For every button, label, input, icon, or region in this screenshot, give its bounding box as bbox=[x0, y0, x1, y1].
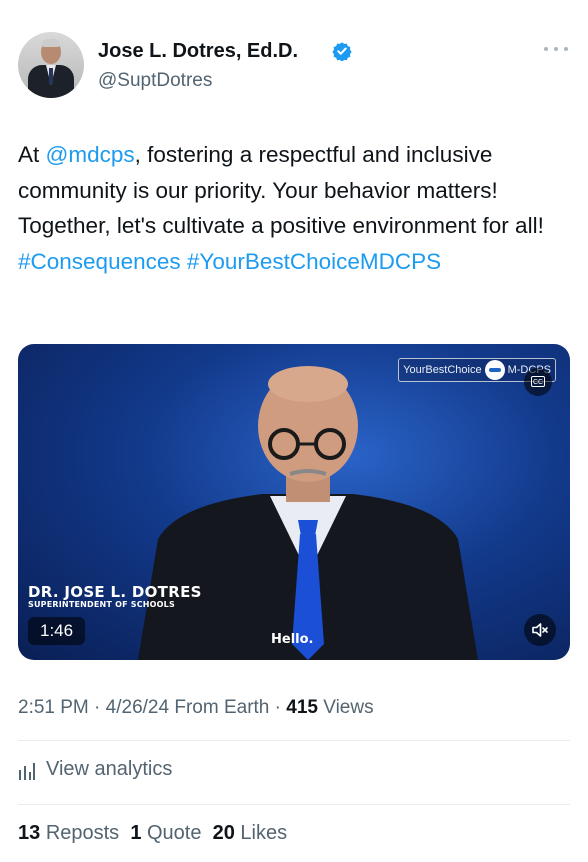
reposts-count: 13 bbox=[18, 822, 41, 844]
brand-logo-icon bbox=[484, 360, 505, 380]
display-name[interactable]: Jose L. Dotres, Ed.D. bbox=[98, 40, 298, 63]
hashtag-link[interactable]: #Consequences bbox=[18, 249, 181, 274]
mute-button[interactable] bbox=[524, 614, 556, 646]
reposts-label: Reposts bbox=[45, 822, 120, 844]
handle[interactable]: @SuptDotres bbox=[98, 70, 212, 92]
quotes-stat[interactable]: 1 Quote bbox=[130, 822, 201, 844]
verified-icon bbox=[332, 42, 352, 61]
brand-badge-text: YourBestChoice bbox=[403, 364, 482, 376]
reposts-stat[interactable]: 13 Reposts bbox=[18, 822, 119, 844]
divider bbox=[18, 740, 570, 741]
video-duration: 1:46 bbox=[28, 617, 86, 645]
views-count: 415 bbox=[286, 697, 318, 718]
tweet-text: At @mdcps, fostering a respectful and in… bbox=[18, 137, 578, 279]
lower-third-title: SUPERINTENDENT OF SCHOOLS bbox=[28, 600, 175, 609]
video-caption: Hello. bbox=[271, 632, 314, 647]
view-analytics-label: View analytics bbox=[46, 758, 173, 780]
likes-label: Likes bbox=[240, 822, 288, 844]
likes-count: 20 bbox=[212, 822, 235, 844]
video-player[interactable]: YourBestChoice M-DCPS CC DR. JOSE L. DOT… bbox=[18, 344, 570, 660]
view-analytics-link[interactable]: View analytics bbox=[18, 758, 172, 781]
avatar[interactable] bbox=[18, 32, 84, 98]
closed-captions-button[interactable]: CC bbox=[524, 368, 552, 396]
avatar-hair bbox=[42, 39, 60, 47]
analytics-icon bbox=[19, 762, 35, 780]
quotes-count: 1 bbox=[130, 822, 142, 844]
tweet-time[interactable]: 2:51 PM bbox=[18, 697, 89, 718]
tweet-source: From Earth bbox=[174, 697, 270, 718]
video-frame-person bbox=[138, 366, 478, 660]
views-label: Views bbox=[323, 697, 374, 718]
divider bbox=[18, 804, 570, 805]
likes-stat[interactable]: 20 Likes bbox=[213, 822, 288, 844]
cc-label: CC bbox=[531, 376, 545, 387]
tweet-stats: 13 Reposts 1 Quote 20 Likes bbox=[18, 822, 287, 845]
speaker-muted-icon bbox=[532, 623, 548, 637]
mention-link[interactable]: @mdcps bbox=[46, 142, 135, 167]
hashtag-link[interactable]: #YourBestChoiceMDCPS bbox=[187, 249, 441, 274]
tweet-meta: 2:51 PM · 4/26/24 From Earth · 415 Views bbox=[18, 697, 374, 718]
quotes-label: Quote bbox=[147, 822, 202, 844]
more-options-icon[interactable] bbox=[542, 44, 570, 54]
lower-third-name: DR. JOSE L. DOTRES bbox=[28, 583, 202, 601]
tweet-text-segment: At bbox=[18, 142, 46, 167]
tweet-date[interactable]: 4/26/24 bbox=[106, 697, 169, 718]
tweet-header: Jose L. Dotres, Ed.D. @SuptDotres bbox=[18, 32, 570, 102]
avatar-tie bbox=[49, 68, 53, 84]
